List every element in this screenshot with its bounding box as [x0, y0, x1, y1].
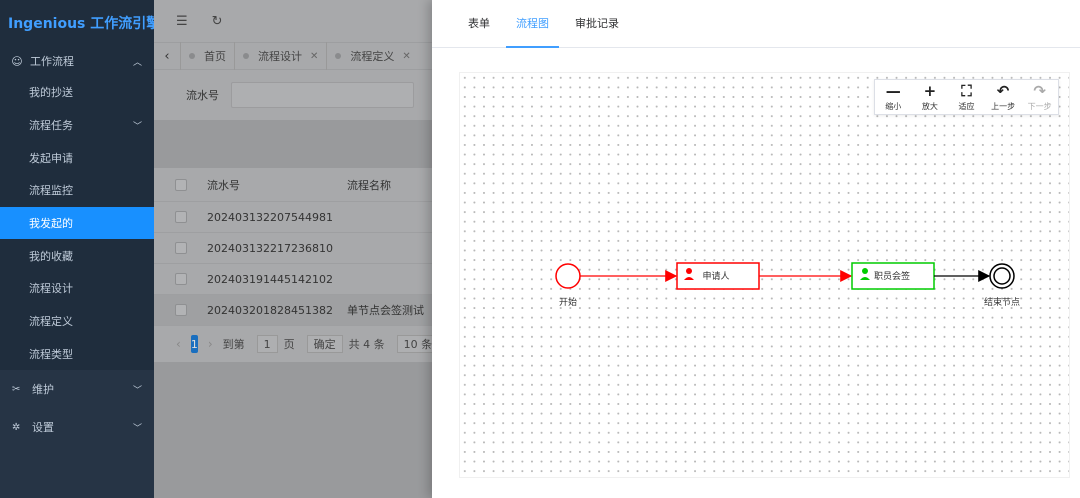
goto-page-input[interactable]: 1: [256, 335, 278, 353]
dot-icon: [335, 53, 342, 59]
chevron-down-icon: ﹀: [132, 423, 142, 434]
drawer-tabs: 表单 流程图 审批记录: [432, 0, 1080, 48]
end-node-inner: [993, 267, 1011, 285]
sidebar-item-my-initiated[interactable]: 我发起的: [0, 206, 154, 240]
sidebar-item-my-cc[interactable]: 我的抄送: [0, 76, 154, 109]
sidebar-group-label: 设置: [32, 421, 54, 435]
table-row[interactable]: 202403132217236810: [154, 233, 432, 264]
main-content: ☰ ↻ ‹ 首页 流程设计 ✕ 流程定义 ✕ 流水号 流水号 流程名称 202403…: [154, 0, 454, 498]
task-node-countersign-label: 职员会签: [874, 270, 910, 282]
total-count: 共 4 条: [348, 338, 385, 351]
row-checkbox[interactable]: [175, 242, 187, 254]
close-icon[interactable]: ✕: [402, 51, 410, 62]
smile-icon: ☺: [11, 54, 23, 68]
row-checkbox[interactable]: [175, 273, 187, 285]
start-node-label: 开始: [559, 296, 577, 308]
sidebar-group-label: 维护: [32, 383, 54, 397]
dot-icon: [243, 53, 249, 59]
sidebar-group-workflow[interactable]: ☺ 工作流程 ︿: [0, 46, 154, 76]
sidebar-item-start-request[interactable]: 发起申请: [0, 141, 154, 175]
sidebar-item-design[interactable]: 流程设计: [0, 272, 154, 305]
prev-page-icon[interactable]: ‹: [176, 337, 181, 351]
sidebar-item-label: 流程设计: [29, 282, 73, 296]
serial-cell: 202403201828451382: [207, 303, 333, 317]
hamburger-icon[interactable]: ☰: [176, 14, 188, 29]
dot-icon: [189, 53, 195, 59]
serial-cell: 202403191445142102: [207, 272, 333, 286]
page-current[interactable]: 1: [190, 335, 198, 353]
table-row[interactable]: 202403132207544981: [154, 202, 432, 233]
serial-cell: 202403132207544981: [207, 210, 333, 224]
next-page-icon[interactable]: ›: [208, 337, 213, 351]
sidebar-item-label: 流程类型: [29, 347, 73, 361]
name-cell: 单节点会签测试: [347, 304, 424, 317]
column-header: 流程名称: [347, 178, 391, 192]
goto-label: 到第: [222, 338, 245, 351]
sidebar-item-definition[interactable]: 流程定义: [0, 304, 154, 338]
tag-label: 流程定义: [350, 50, 395, 63]
tags-prev-icon[interactable]: ‹: [154, 49, 180, 64]
sidebar-item-label: 我的抄送: [29, 86, 73, 100]
flow-canvas[interactable]: — 缩小 + 放大 ⛶ 适应 ↶ 上一步 ↷ 下一步 开始 申请人 职员会签 结…: [459, 72, 1070, 478]
close-icon[interactable]: ✕: [310, 51, 318, 62]
sidebar-item-label: 流程任务: [29, 119, 73, 133]
serial-cell: 202403132217236810: [207, 241, 333, 255]
sidebar-group-maintain[interactable]: ✂ 维护 ﹀: [0, 370, 154, 409]
serial-label: 流水号: [186, 89, 219, 102]
table-row[interactable]: 202403191445142102: [154, 264, 432, 295]
tab-flowchart[interactable]: 流程图: [506, 0, 559, 48]
tag-definition[interactable]: 流程定义 ✕: [326, 42, 418, 70]
sidebar-item-monitor[interactable]: 流程监控: [0, 174, 154, 207]
chevron-down-icon: ﹀: [132, 385, 142, 396]
column-header: 流水号: [207, 178, 240, 192]
chevron-up-icon: ︿: [132, 57, 142, 68]
table-header: 流水号 流程名称: [154, 168, 432, 202]
task-node-applicant-label: 申请人: [702, 270, 729, 282]
sidebar-group-settings[interactable]: ✲ 设置 ﹀: [0, 408, 154, 447]
flow-diagram: 开始 申请人 职员会签 结束节点: [555, 262, 1020, 308]
detail-drawer: 表单 流程图 审批记录 — 缩小 + 放大 ⛶ 适应 ↶ 上一步 ↷ 下一步 开…: [432, 0, 1080, 498]
process-table: 流水号 流程名称 202403132207544981 202403132217…: [154, 168, 432, 326]
sidebar-group-label: 工作流程: [30, 55, 74, 68]
goto-confirm-button[interactable]: 确定: [306, 335, 343, 353]
tag-label: 首页: [204, 50, 226, 63]
serial-input[interactable]: [231, 82, 414, 108]
sidebar-item-tasks[interactable]: 流程任务 ﹀: [0, 108, 154, 142]
sidebar-item-label: 我的收藏: [29, 249, 73, 263]
tag-design[interactable]: 流程设计 ✕: [234, 42, 326, 70]
search-form: 流水号: [154, 70, 432, 120]
select-all-checkbox[interactable]: [175, 178, 187, 191]
sidebar-item-label: 发起申请: [29, 151, 73, 165]
row-checkbox[interactable]: [175, 211, 187, 223]
wrench-icon: ✂: [12, 383, 21, 395]
row-checkbox[interactable]: [175, 304, 187, 316]
tab-approval-records[interactable]: 审批记录: [565, 0, 629, 47]
table-row[interactable]: 202403201828451382 单节点会签测试: [154, 295, 432, 326]
sidebar-item-types[interactable]: 流程类型: [0, 337, 154, 371]
tab-form[interactable]: 表单: [458, 0, 500, 47]
top-navbar: ☰ ↻: [154, 0, 432, 42]
tags-view: ‹ 首页 流程设计 ✕ 流程定义 ✕: [154, 42, 432, 70]
sidebar-item-label: 流程监控: [29, 184, 73, 198]
refresh-icon[interactable]: ↻: [212, 14, 223, 29]
gear-icon: ✲: [12, 421, 21, 433]
sidebar-item-favorites[interactable]: 我的收藏: [0, 239, 154, 273]
end-node-label: 结束节点: [984, 296, 1020, 308]
sidebar-item-label: 我发起的: [29, 217, 73, 231]
sidebar-item-label: 流程定义: [29, 315, 73, 329]
tag-home[interactable]: 首页: [180, 42, 234, 70]
chevron-down-icon: ﹀: [132, 121, 142, 132]
tag-label: 流程设计: [258, 50, 302, 63]
pagination: ‹ 1 › 到第 1 页 确定 共 4 条 10 条/页: [154, 326, 454, 362]
app-title: Ingenious 工作流引擎: [0, 0, 160, 46]
start-node[interactable]: [555, 263, 581, 289]
sidebar: Ingenious 工作流引擎 ☺ 工作流程 ︿ 我的抄送 流程任务 ﹀ 发起申请…: [0, 0, 160, 498]
page-unit-label: 页: [283, 338, 295, 351]
